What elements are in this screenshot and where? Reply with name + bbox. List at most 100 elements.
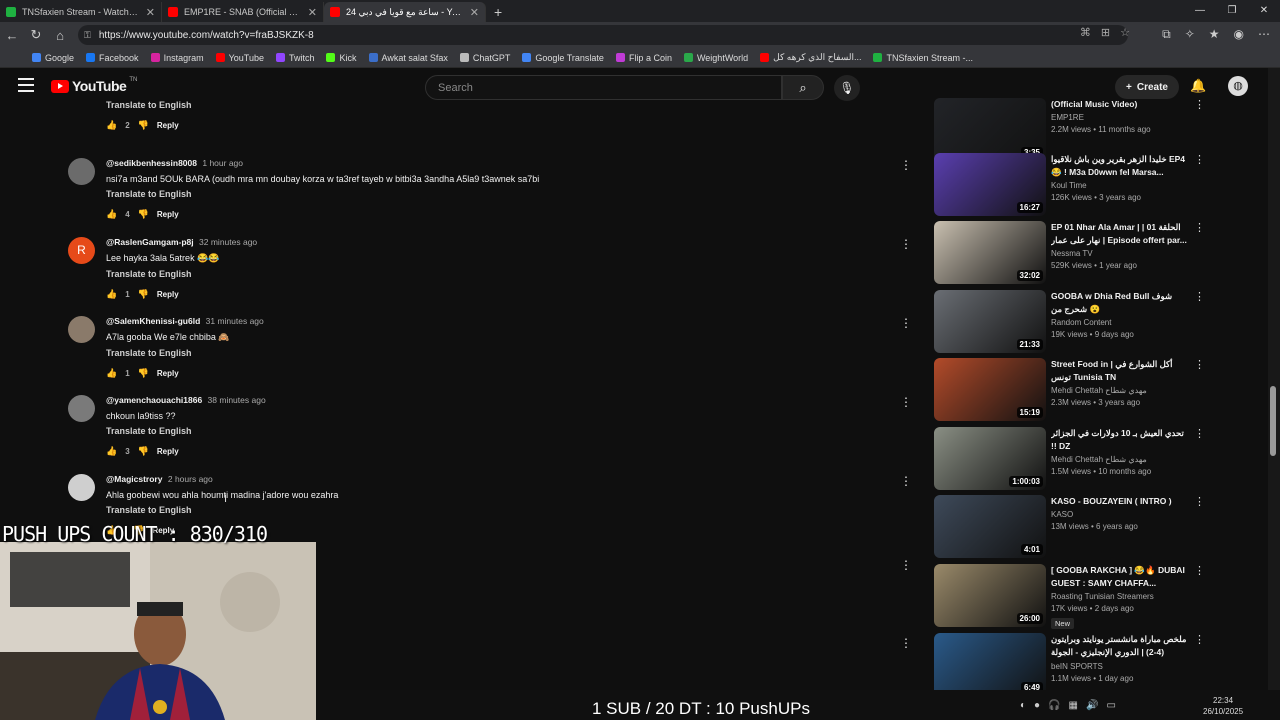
reply-button[interactable]: Reply xyxy=(157,369,179,378)
dislike-icon[interactable]: 👎 xyxy=(138,209,149,220)
video-title[interactable]: (Official Music Video) xyxy=(1051,98,1191,111)
bookmark-item[interactable]: Instagram xyxy=(150,53,204,63)
bookmark-item[interactable]: WeightWorld xyxy=(683,53,748,63)
commenter-avatar[interactable] xyxy=(68,474,95,501)
search-input[interactable]: Search xyxy=(425,75,782,100)
browser-tab[interactable]: 24 ساعة مع قويا في دبي - YouTube ✕ xyxy=(324,2,486,22)
video-title[interactable]: Street Food in | أكل الشوارع في تونس Tun… xyxy=(1051,358,1191,384)
related-video-item[interactable]: 4:01 KASO - BOUZAYEIN ( INTRO ) KASO 13M… xyxy=(934,495,1254,559)
comment-time[interactable]: 2 hours ago xyxy=(168,474,213,484)
related-video-item[interactable]: 6:49 ملخص مباراة مانشستر يونايتد وبرايتو… xyxy=(934,633,1254,690)
home-icon[interactable]: ⌂ xyxy=(48,28,72,43)
related-video-item[interactable]: 15:19 Street Food in | أكل الشوارع في تو… xyxy=(934,358,1254,422)
tray-app-icon[interactable]: ◐ xyxy=(1020,700,1026,711)
comment-author[interactable]: @Magicstrory xyxy=(106,474,162,484)
related-video-item[interactable]: 26:00 [ GOOBA RAKCHA ] 😂🔥 DUBAI GUEST : … xyxy=(934,564,1254,629)
comment-author[interactable]: @SalemKhenissi-gu6ld xyxy=(106,316,200,326)
headset-icon[interactable]: 🎧 xyxy=(1048,700,1060,711)
comment-author[interactable]: @RaslenGamgam-p8j xyxy=(106,237,194,247)
related-video-item[interactable]: 1:00:03 تحدي العيش بـ 10 دولارات في الجز… xyxy=(934,427,1254,491)
video-more-icon[interactable]: ⋮ xyxy=(1194,153,1205,166)
menu-icon[interactable] xyxy=(18,78,34,92)
notifications-bell-icon[interactable]: 🔔 xyxy=(1190,78,1206,94)
extensions-icon[interactable]: ⧉ xyxy=(1162,27,1171,42)
tab-close-icon[interactable]: ✕ xyxy=(470,6,479,19)
video-channel[interactable]: Roasting Tunisian Streamers xyxy=(1051,592,1191,601)
dislike-icon[interactable]: 👎 xyxy=(138,446,149,457)
comment-more-icon[interactable]: ⋮ xyxy=(900,316,912,330)
commenter-avatar[interactable]: R xyxy=(68,237,95,264)
volume-icon[interactable]: 🔊 xyxy=(1086,700,1098,711)
comment-time[interactable]: 1 hour ago xyxy=(202,158,243,168)
bookmark-item[interactable]: Facebook xyxy=(86,53,139,63)
reply-button[interactable]: Reply xyxy=(157,121,179,130)
comment-author[interactable]: @yamenchaouachi1866 xyxy=(106,395,202,405)
related-video-item[interactable]: 21:33 GOOBA w Dhia Red Bull شوف شحرج من … xyxy=(934,290,1254,354)
video-more-icon[interactable]: ⋮ xyxy=(1194,358,1205,371)
new-tab-button[interactable]: + xyxy=(486,2,510,22)
video-thumbnail[interactable]: 1:00:03 xyxy=(934,427,1046,490)
translate-icon[interactable]: ⌘ xyxy=(1080,26,1091,39)
reply-button[interactable]: Reply xyxy=(157,447,179,456)
bookmark-item[interactable]: Google xyxy=(32,53,74,63)
video-more-icon[interactable]: ⋮ xyxy=(1194,495,1205,508)
video-thumbnail[interactable]: 4:01 xyxy=(934,495,1046,558)
video-thumbnail[interactable]: 16:27 xyxy=(934,153,1046,216)
video-thumbnail[interactable]: 6:49 xyxy=(934,633,1046,690)
bookmark-item[interactable]: TNSfaxien Stream -... xyxy=(873,53,973,63)
reload-icon[interactable]: ↻ xyxy=(24,27,48,43)
favorite-star-icon[interactable]: ☆ xyxy=(1120,26,1130,39)
video-channel[interactable]: Mehdi Chettah مهدي شطاح xyxy=(1051,455,1191,464)
bookmark-item[interactable]: Flip a Coin xyxy=(615,53,672,63)
copilot-icon[interactable]: ✧ xyxy=(1185,27,1195,42)
video-channel[interactable]: Nessma TV xyxy=(1051,249,1191,258)
video-thumbnail[interactable]: 26:00 xyxy=(934,564,1046,627)
browser-tab[interactable]: TNSfaxien Stream - Watch Live o ✕ xyxy=(0,2,162,22)
reply-button[interactable]: Reply xyxy=(157,290,179,299)
comment-more-icon[interactable]: ⋮ xyxy=(900,237,912,251)
video-channel[interactable]: Koul Time xyxy=(1051,181,1191,190)
account-avatar[interactable]: ◍ xyxy=(1228,76,1248,96)
commenter-avatar[interactable] xyxy=(68,395,95,422)
like-icon[interactable]: 👍 xyxy=(106,120,117,131)
comment-time[interactable]: 38 minutes ago xyxy=(208,395,266,405)
related-video-item[interactable]: 16:27 خليدا الزهر بقرير وين باش نلاقيوا … xyxy=(934,153,1254,217)
translate-link[interactable]: Translate to English xyxy=(106,505,338,515)
browser-tab[interactable]: EMP1RE - SNAB (Official Music V ✕ xyxy=(162,2,324,22)
video-more-icon[interactable]: ⋮ xyxy=(1194,427,1205,440)
dislike-icon[interactable]: 👎 xyxy=(138,120,149,131)
favorites-icon[interactable]: ★ xyxy=(1209,27,1220,42)
bookmark-item[interactable]: Kick xyxy=(326,53,357,63)
network-icon[interactable]: ▦ xyxy=(1069,700,1078,711)
bookmark-item[interactable]: ChatGPT xyxy=(459,53,510,63)
video-channel[interactable]: Random Content xyxy=(1051,318,1191,327)
bookmark-item[interactable]: Awkat salat Sfax xyxy=(368,53,448,63)
close-icon[interactable]: ✕ xyxy=(1248,0,1280,22)
video-title[interactable]: EP 01 Nhar Ala Amar | الحلقة 01 | نهار ع… xyxy=(1051,221,1191,247)
comment-author[interactable]: @sedikbenhessin8008 xyxy=(106,158,197,168)
create-button[interactable]: + Create xyxy=(1115,75,1179,99)
bookmark-item[interactable]: Twitch xyxy=(275,53,314,63)
reply-button[interactable]: Reply xyxy=(157,210,179,219)
voice-search-button[interactable]: 🎙 xyxy=(834,75,860,101)
comment-more-icon[interactable]: ⋮ xyxy=(900,158,912,172)
video-thumbnail[interactable]: 3:35 xyxy=(934,98,1046,161)
app-install-icon[interactable]: ⊞ xyxy=(1101,26,1110,39)
tab-close-icon[interactable]: ✕ xyxy=(308,6,317,19)
dislike-icon[interactable]: 👎 xyxy=(138,368,149,379)
video-channel[interactable]: Mehdi Chettah مهدي شطاح xyxy=(1051,386,1191,395)
bookmark-item[interactable]: YouTube xyxy=(215,53,264,63)
video-more-icon[interactable]: ⋮ xyxy=(1194,564,1205,577)
taskbar-clock[interactable]: 22:34 26/10/2025 xyxy=(1203,695,1243,717)
video-title[interactable]: [ GOOBA RAKCHA ] 😂🔥 DUBAI GUEST : SAMY C… xyxy=(1051,564,1191,590)
commenter-avatar[interactable] xyxy=(68,158,95,185)
like-icon[interactable]: 👍 xyxy=(106,446,117,457)
video-title[interactable]: ملخص مباراة مانشستر يونايتد وبرايتون (4-… xyxy=(1051,633,1191,660)
minimize-icon[interactable]: — xyxy=(1184,0,1216,22)
like-icon[interactable]: 👍 xyxy=(106,289,117,300)
video-title[interactable]: تحدي العيش بـ 10 دولارات في الجزائر !! D… xyxy=(1051,427,1191,453)
translate-link[interactable]: Translate to English xyxy=(106,189,539,199)
tab-close-icon[interactable]: ✕ xyxy=(146,6,155,19)
translate-link[interactable]: Translate to English xyxy=(106,348,264,358)
battery-icon[interactable]: ▭ xyxy=(1106,700,1115,711)
